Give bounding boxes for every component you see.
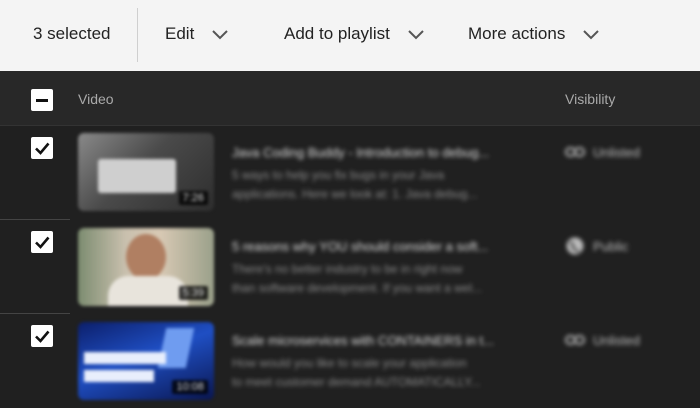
video-thumbnail[interactable]: 5:39 [78, 228, 214, 306]
chevron-down-icon [212, 30, 229, 40]
checkmark-icon [35, 142, 50, 155]
video-description: 5 ways to help you fix bugs in your Java [232, 168, 445, 182]
column-header-visibility[interactable]: Visibility [565, 91, 615, 107]
visibility-label: Unlisted [593, 144, 640, 160]
video-description: applications. Here we look at: 1. Java d… [232, 187, 478, 201]
video-description: than software development. If you want a… [232, 281, 483, 295]
row-checkbox[interactable] [31, 137, 53, 159]
video-description: There's no better industry to be in righ… [232, 262, 463, 276]
row-checkbox[interactable] [31, 325, 53, 347]
video-duration: 10:08 [172, 380, 208, 394]
video-duration: 7:26 [178, 191, 208, 205]
link-icon [565, 147, 585, 157]
video-title[interactable]: Java Coding Buddy - Introduction to debu… [232, 145, 522, 160]
video-title[interactable]: 5 reasons why YOU should consider a soft… [232, 239, 522, 254]
add-to-playlist-dropdown[interactable]: Add to playlist [284, 24, 426, 44]
edit-label: Edit [165, 24, 195, 43]
edit-dropdown[interactable]: Edit [165, 24, 230, 44]
video-thumbnail[interactable]: 7:26 [78, 133, 214, 211]
chevron-down-icon [408, 30, 424, 40]
more-actions-label: More actions [468, 24, 566, 43]
visibility-label: Unlisted [593, 332, 640, 348]
selection-toolbar: 3 selected Edit Add to playlist More act… [0, 0, 700, 71]
globe-icon [566, 237, 584, 255]
row-checkbox[interactable] [31, 231, 53, 253]
visibility-label: Public [593, 238, 629, 254]
video-description: to meet customer demand AUTOMATICALLY... [232, 375, 481, 389]
visibility-status[interactable]: Unlisted [565, 142, 640, 162]
video-title[interactable]: Scale microservices with CONTAINERS in t… [232, 333, 522, 348]
checkmark-icon [35, 236, 50, 249]
video-description: How would you like to scale your applica… [232, 356, 467, 370]
add-to-playlist-label: Add to playlist [284, 24, 390, 43]
column-header-video[interactable]: Video [78, 91, 114, 107]
toolbar-divider [137, 8, 138, 62]
link-icon [565, 335, 585, 345]
chevron-down-icon [583, 30, 600, 40]
video-thumbnail[interactable]: 10:08 [78, 322, 214, 400]
select-all-checkbox[interactable] [31, 89, 53, 111]
visibility-status[interactable]: Unlisted [565, 330, 640, 350]
more-actions-dropdown[interactable]: More actions [468, 24, 601, 44]
visibility-status[interactable]: Public [565, 236, 628, 256]
checkmark-icon [35, 330, 50, 343]
video-duration: 5:39 [178, 286, 208, 300]
selected-count: 3 selected [33, 24, 111, 43]
